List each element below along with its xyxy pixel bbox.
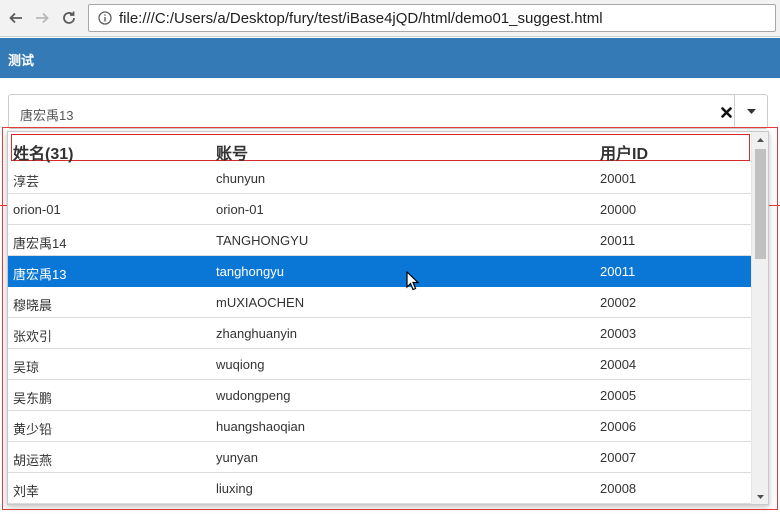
suggest-dropdown: 姓名(31) 账号 用户ID 淳芸 chunyun 20001 orion-01 ori… <box>7 131 769 505</box>
cell-name: orion-01 <box>13 202 61 217</box>
cell-name: 穆晓晨 <box>13 298 53 313</box>
column-header-account: 账号 <box>216 146 249 163</box>
cell-user-id: 20004 <box>600 357 637 372</box>
cell-account: TANGHONGYU <box>216 233 309 248</box>
scroll-down-button[interactable] <box>752 489 768 504</box>
cell-user-id: 20006 <box>600 419 637 434</box>
table-row[interactable]: 唐宏禹13 tanghongyu 20011 <box>8 256 752 287</box>
table-row[interactable]: 胡运燕 yunyan 20007 <box>8 442 752 473</box>
reload-button[interactable] <box>57 6 81 30</box>
caret-down-icon <box>757 494 764 499</box>
forward-button[interactable] <box>30 6 54 30</box>
cell-user-id: 20008 <box>600 481 637 496</box>
page-title: 测试 <box>8 53 35 68</box>
cell-account: liuxing <box>216 481 253 496</box>
cell-name: 黄少铅 <box>13 422 53 437</box>
cell-account: wudongpeng <box>216 388 291 403</box>
url-text: file:///C:/Users/a/Desktop/fury/test/iBa… <box>119 9 603 27</box>
cell-account: yunyan <box>216 450 258 465</box>
cell-user-id: 20005 <box>600 388 637 403</box>
column-header-id: 用户ID <box>600 146 649 163</box>
cell-user-id: 20003 <box>600 326 637 341</box>
cell-name: 胡运燕 <box>13 453 53 468</box>
cell-user-id: 20011 <box>600 233 636 248</box>
suggest-input[interactable]: 唐宏禹13 <box>8 94 768 129</box>
address-bar[interactable]: file:///C:/Users/a/Desktop/fury/test/iBa… <box>88 4 776 32</box>
scrollbar[interactable] <box>751 132 768 504</box>
table-row[interactable]: 吴琼 wuqiong 20004 <box>8 349 752 380</box>
cell-account: tanghongyu <box>216 264 284 279</box>
cell-user-id: 20002 <box>600 295 637 310</box>
scroll-up-button[interactable] <box>752 132 768 147</box>
suggest-table: 姓名(31) 账号 用户ID 淳芸 chunyun 20001 orion-01 ori… <box>8 132 752 504</box>
cell-name: 吴东鹏 <box>13 391 53 406</box>
table-row[interactable]: 吴东鹏 wudongpeng 20005 <box>8 380 752 411</box>
caret-down-icon <box>746 109 756 114</box>
cell-account: orion-01 <box>216 202 264 217</box>
cell-user-id: 20001 <box>600 171 637 186</box>
cell-account: wuqiong <box>216 357 265 372</box>
page-header: 测试 <box>0 38 780 78</box>
browser-toolbar: file:///C:/Users/a/Desktop/fury/test/iBa… <box>0 0 780 37</box>
cell-name: 淳芸 <box>13 174 40 189</box>
table-row[interactable]: 唐宏禹14 TANGHONGYU 20011 <box>8 225 752 256</box>
cell-account: zhanghuanyin <box>216 326 297 341</box>
table-header: 姓名(31) 账号 用户ID <box>8 132 752 163</box>
cell-name: 唐宏禹14 <box>13 236 67 251</box>
back-button[interactable] <box>4 6 28 30</box>
cell-name: 张欢引 <box>13 329 53 344</box>
clear-button[interactable] <box>718 104 734 120</box>
table-row[interactable]: 淳芸 chunyun 20001 <box>8 163 752 194</box>
cell-name: 刘幸 <box>13 484 40 499</box>
cell-account: mUXIAOCHEN <box>216 295 305 310</box>
cell-account: huangshaoqian <box>216 419 305 434</box>
column-header-name: 姓名(31) <box>13 146 74 163</box>
arrow-right-icon <box>36 12 49 24</box>
info-icon <box>98 11 112 25</box>
cell-user-id: 20000 <box>600 202 637 217</box>
dropdown-toggle-button[interactable] <box>735 95 767 128</box>
table-row[interactable]: 张欢引 zhanghuanyin 20003 <box>8 318 752 349</box>
reload-icon <box>63 11 75 24</box>
table-row[interactable]: 穆晓晨 mUXIAOCHEN 20002 <box>8 287 752 318</box>
table-row[interactable]: orion-01 orion-01 20000 <box>8 194 752 225</box>
scrollbar-thumb[interactable] <box>755 149 766 259</box>
cell-name: 唐宏禹13 <box>13 267 67 282</box>
close-icon <box>720 106 732 118</box>
caret-up-icon <box>757 137 764 142</box>
cell-user-id: 20011 <box>600 264 636 279</box>
table-row[interactable]: 刘幸 liuxing 20008 <box>8 473 752 504</box>
mouse-cursor-icon <box>406 271 420 291</box>
cell-name: 吴琼 <box>13 360 40 375</box>
suggest-input-value: 唐宏禹13 <box>20 108 74 123</box>
cell-account: chunyun <box>216 171 266 186</box>
cell-user-id: 20007 <box>600 450 637 465</box>
table-row[interactable]: 黄少铅 huangshaoqian 20006 <box>8 411 752 442</box>
arrow-left-icon <box>9 12 22 24</box>
